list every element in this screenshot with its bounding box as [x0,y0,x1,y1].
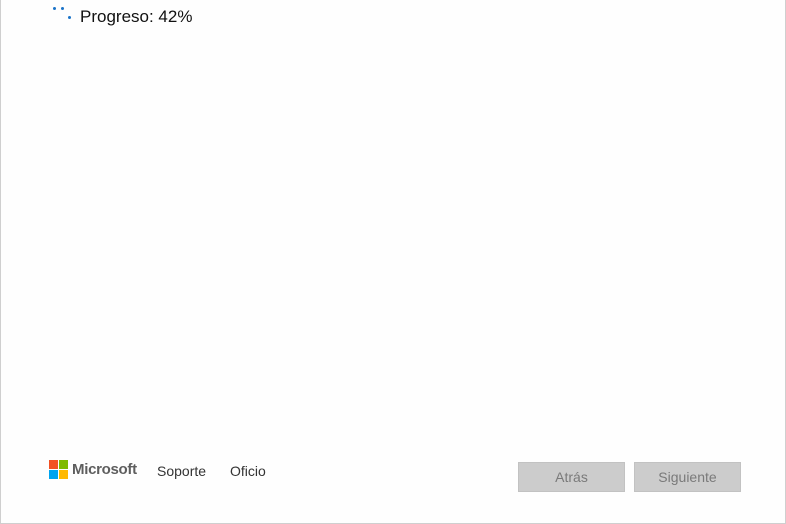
loading-spinner-icon [51,5,75,29]
microsoft-wordmark: Microsoft [72,461,137,478]
progress-label: Progreso: 42% [80,7,193,26]
setup-window: Progreso: 42% Microsoft Soporte Oficio A… [0,0,786,524]
microsoft-logo-icon [49,460,68,479]
footer-bar: Microsoft Soporte Oficio Atrás Siguiente [1,455,785,495]
back-button[interactable]: Atrás [518,462,625,492]
legal-link[interactable]: Oficio [230,463,266,479]
support-link[interactable]: Soporte [157,463,206,479]
next-button[interactable]: Siguiente [634,462,741,492]
microsoft-brand: Microsoft [49,460,137,479]
progress-indicator: Progreso: 42% [51,2,192,32]
